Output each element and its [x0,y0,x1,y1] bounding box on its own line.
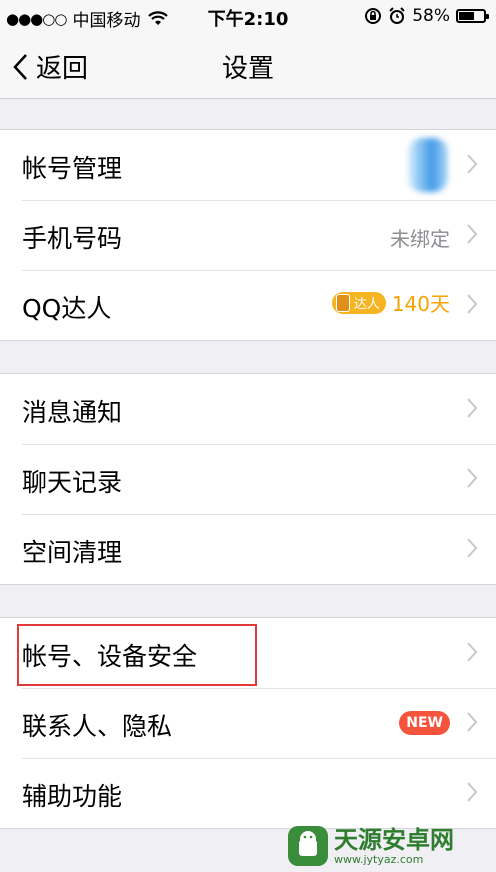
chevron-right-icon [467,642,478,662]
row-label: 联系人、隐私 [22,712,173,741]
status-right: 58% [364,6,489,26]
expert-badge-label: 达人 [353,297,380,312]
watermark-title: 天源安卓网 [334,825,454,854]
page-title: 设置 [221,54,274,84]
row-label: QQ达人 [22,294,112,323]
expert-days: 140天 [391,292,450,316]
chevron-right-icon [467,712,478,732]
chevron-right-icon [467,398,478,418]
highlight-annotation [17,624,257,686]
chevron-right-icon [467,538,478,558]
expert-badge: 达人 [331,291,386,314]
rotation-lock-icon [365,8,382,24]
row-storage-cleanup[interactable]: 空间清理 [0,514,496,584]
row-label: 帐号管理 [22,154,123,183]
qq-expert-status: 达人 140天 [331,288,450,317]
chevron-right-icon [467,782,478,802]
chevron-right-icon [467,468,478,488]
row-chat-history[interactable]: 聊天记录 [0,444,496,514]
chevron-right-icon [467,224,478,244]
settings-group-messages: 消息通知 聊天记录 空间清理 [0,373,496,585]
new-badge: NEW [399,711,450,735]
settings-group-account: 帐号管理 手机号码 未绑定 QQ达人 达人 140天 [0,129,496,341]
row-label: 聊天记录 [22,468,123,497]
row-contacts-privacy[interactable]: 联系人、隐私 NEW [0,688,496,758]
row-phone-number[interactable]: 手机号码 未绑定 [0,200,496,270]
chevron-right-icon [467,294,478,314]
row-qq-expert[interactable]: QQ达人 达人 140天 [0,270,496,340]
phone-status-value: 未绑定 [390,227,450,251]
row-label: 空间清理 [22,538,123,567]
battery-icon [456,9,489,23]
row-account-management[interactable]: 帐号管理 [0,130,496,200]
watermark: 天源安卓网 www.jytyaz.com [288,822,488,870]
android-logo-icon [288,826,328,866]
chevron-right-icon [467,154,478,174]
status-bar: ●●●○○ 中国移动 下午2:10 58% [0,0,496,34]
row-label: 手机号码 [22,224,123,253]
row-label: 辅助功能 [22,782,123,811]
watermark-url: www.jytyaz.com [334,852,424,866]
navigation-bar: 返回 设置 [0,34,496,99]
row-message-notifications[interactable]: 消息通知 [0,374,496,444]
row-label: 消息通知 [22,398,123,427]
row-accessibility[interactable]: 辅助功能 [0,758,496,828]
phone-wing-icon [335,293,350,312]
alarm-icon [389,7,405,24]
avatar [408,138,448,192]
battery-percent: 58% [412,6,450,26]
